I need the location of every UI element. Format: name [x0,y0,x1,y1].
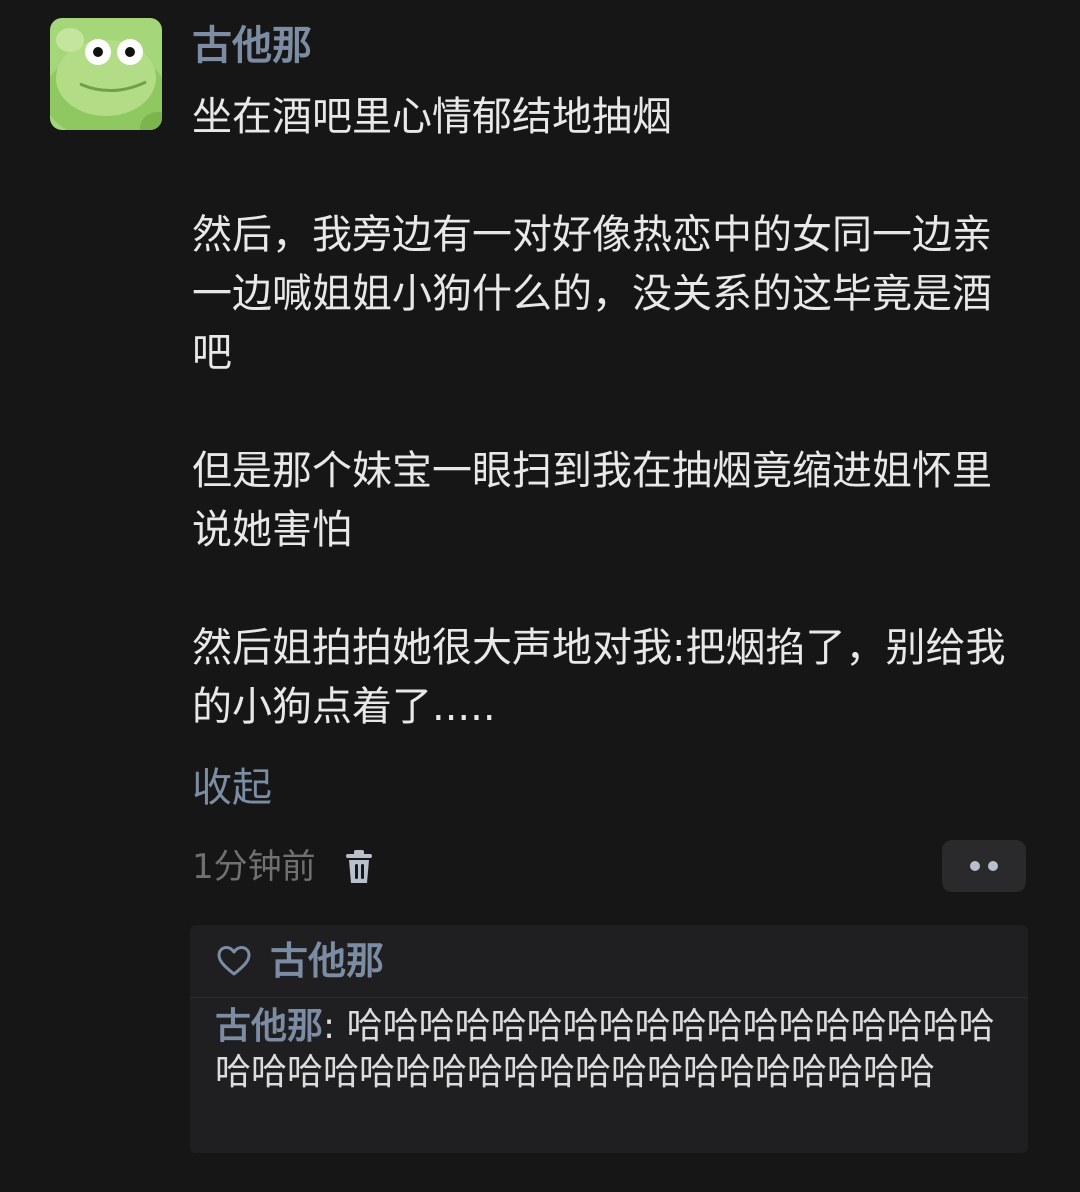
post-author-name[interactable]: 古他那 [192,20,312,72]
timestamp: 1分钟前 [192,847,316,887]
reply-separator: : [323,1006,347,1047]
more-dots-icon [970,861,980,871]
liker-name[interactable]: 古他那 [270,937,384,985]
post-paragraph: 然后姐拍拍她很大声地对我:把烟掐了，别给我的小狗点着了..... [192,625,1006,730]
post-paragraph: 但是那个妹宝一眼扫到我在抽烟竟缩进姐怀里说她害怕 [192,448,992,553]
post-body: 坐在酒吧里心情郁结地抽烟 然后，我旁边有一对好像热恋中的女同一边亲一边喊姐姐小狗… [192,88,1022,737]
post-meta: 1分钟前 [192,842,374,892]
likes-row: 古他那 [190,925,1028,998]
reply-comment: 古他那: 哈哈哈哈哈哈哈哈哈哈哈哈哈哈哈哈哈哈哈哈哈哈哈哈哈哈哈哈哈哈哈哈哈哈哈… [190,998,1028,1096]
heart-icon[interactable] [216,945,252,977]
avatar[interactable] [50,18,162,130]
collapse-link[interactable]: 收起 [192,760,272,816]
interaction-panel: 古他那 古他那: 哈哈哈哈哈哈哈哈哈哈哈哈哈哈哈哈哈哈哈哈哈哈哈哈哈哈哈哈哈哈哈… [190,925,1028,1153]
trash-icon[interactable] [344,850,374,884]
more-options-button[interactable] [942,840,1026,892]
frog-avatar-icon [50,18,162,130]
post-paragraph: 然后，我旁边有一对好像热恋中的女同一边亲一边喊姐姐小狗什么的，没关系的这毕竟是酒… [192,212,992,376]
more-dots-icon [988,861,998,871]
reply-author-name[interactable]: 古他那 [215,1006,323,1047]
post-paragraph: 坐在酒吧里心情郁结地抽烟 [192,94,672,140]
